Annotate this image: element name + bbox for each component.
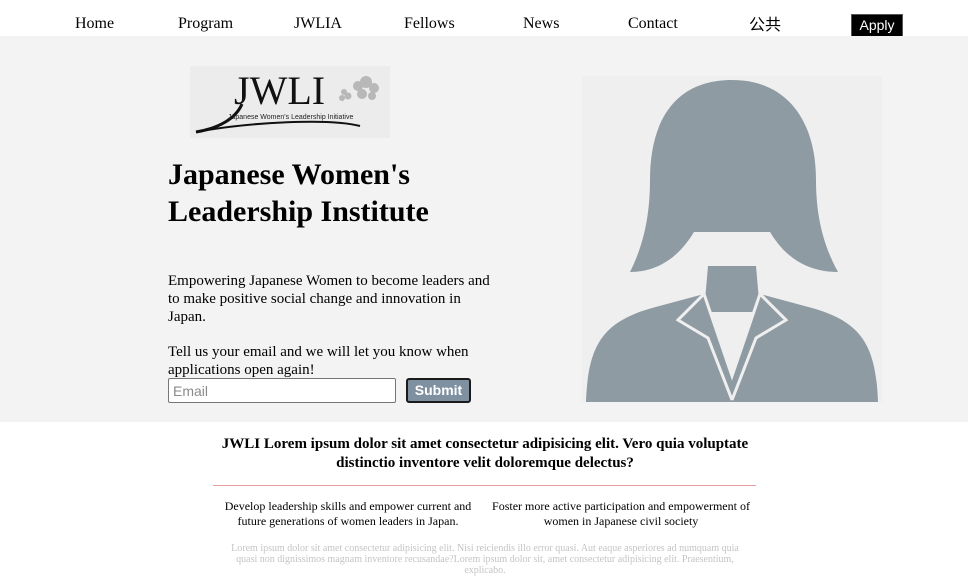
email-prompt: Tell us your email and we will let you k… [168, 344, 469, 378]
logo-subtitle: Japanese Women's Leadership Initiative [228, 114, 354, 121]
page-title: Japanese Women's Leadership Institute [168, 158, 429, 228]
logo-wordmark: JWLI [234, 68, 325, 113]
about-lead: JWLI Lorem ipsum dolor sit amet consecte… [221, 436, 749, 471]
top-nav: Home Program JWLIA Fellows News Contact … [0, 0, 968, 37]
nav-jwlia[interactable]: JWLIA [294, 14, 342, 34]
nav-language[interactable]: 公共 [749, 16, 781, 36]
nav-fellows[interactable]: Fellows [404, 14, 455, 34]
jwli-logo-mark: JWLI [195, 68, 379, 134]
submit-button[interactable]: Submit [406, 378, 471, 403]
email-input[interactable] [168, 378, 396, 403]
hero-description: Empowering Japanese Women to become lead… [168, 273, 490, 325]
hero-section: JWLI Japanese Women's Leadership Initiat… [0, 36, 968, 422]
nav-program[interactable]: Program [178, 14, 233, 34]
fineprint-text: Lorem ipsum dolor sit amet consectetur a… [231, 543, 739, 576]
section-divider [213, 485, 756, 486]
nav-home[interactable]: Home [75, 14, 114, 34]
mission-column-left: Develop leadership skills and empower cu… [224, 499, 472, 528]
nav-contact[interactable]: Contact [628, 14, 678, 34]
apply-button[interactable]: Apply [851, 14, 903, 37]
nav-news[interactable]: News [523, 14, 559, 34]
mission-column-right: Foster more active participation and emp… [492, 499, 750, 528]
woman-silhouette-avatar [582, 76, 882, 402]
jwli-logo: JWLI Japanese Women's Leadership Initiat… [190, 66, 390, 138]
